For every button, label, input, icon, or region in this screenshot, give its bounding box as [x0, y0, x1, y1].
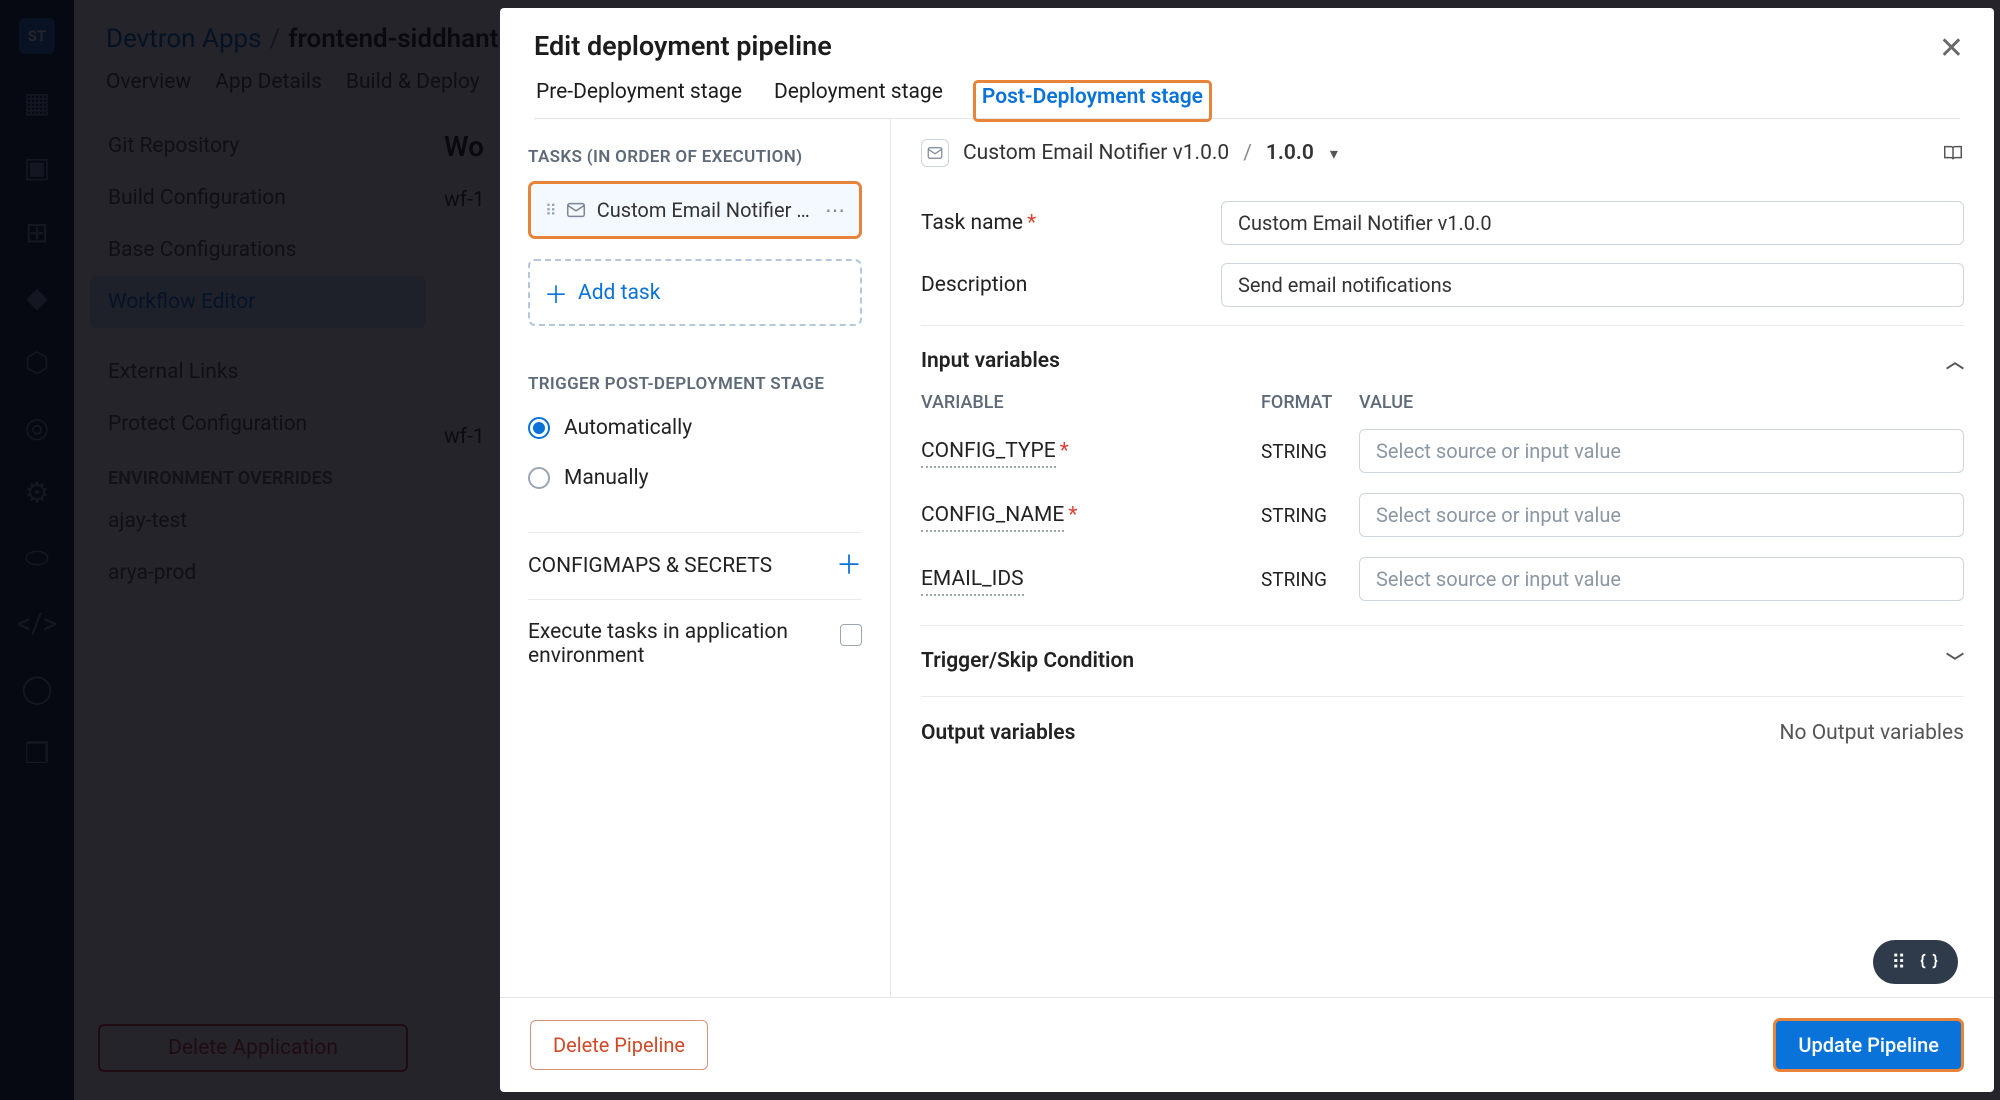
task-name-input[interactable] — [1221, 201, 1964, 245]
task-crumb-version[interactable]: 1.0.0 — [1266, 141, 1314, 165]
update-pipeline-button[interactable]: Update Pipeline — [1773, 1018, 1964, 1072]
modal-footer: Delete Pipeline Update Pipeline — [500, 997, 1994, 1092]
drag-handle-icon[interactable]: ⠿ — [545, 201, 555, 220]
chevron-down-icon[interactable]: ▾ — [1330, 144, 1338, 163]
plus-icon: ＋ — [544, 275, 568, 310]
modal-title: Edit deployment pipeline — [534, 30, 1960, 62]
description-label: Description — [921, 273, 1221, 297]
task-crumb: Custom Email Notifier v1.0.0 / 1.0.0 ▾ — [921, 139, 1964, 183]
email-icon — [921, 139, 949, 167]
trigger-skip-heading[interactable]: Trigger/Skip Condition ﹀ — [921, 625, 1964, 684]
tab-post-deployment[interactable]: Post-Deployment stage — [973, 80, 1212, 122]
configmaps-label: CONFIGMAPS & SECRETS — [528, 554, 772, 578]
trigger-label: TRIGGER POST-DEPLOYMENT STAGE — [528, 374, 862, 394]
tab-deployment[interactable]: Deployment stage — [772, 80, 945, 118]
task-crumb-name: Custom Email Notifier v1.0.0 — [963, 141, 1229, 165]
floating-variables-button[interactable]: ⠿ — [1873, 940, 1958, 984]
input-variables-heading[interactable]: Input variables ︿ — [921, 325, 1964, 384]
task-card-label: Custom Email Notifier v1.... — [597, 198, 815, 222]
delete-pipeline-button[interactable]: Delete Pipeline — [530, 1020, 708, 1070]
variable-row: CONFIG_NAME* STRING — [921, 483, 1964, 547]
docs-icon[interactable] — [1942, 142, 1964, 164]
close-button[interactable]: ✕ — [1939, 34, 1964, 64]
task-detail-column: Custom Email Notifier v1.0.0 / 1.0.0 ▾ T… — [891, 119, 1994, 997]
radio-icon-checked — [528, 417, 550, 439]
variable-table-header: VARIABLE FORMAT VALUE — [921, 384, 1964, 419]
execute-in-env-label: Execute tasks in application environment — [528, 620, 788, 668]
description-input[interactable] — [1221, 263, 1964, 307]
task-name-label: Task name* — [921, 211, 1221, 235]
add-configmap-button[interactable]: ＋ — [836, 553, 862, 579]
radio-automatically[interactable]: Automatically — [528, 408, 862, 448]
more-icon[interactable]: ⋯ — [825, 198, 845, 222]
execute-in-env-checkbox[interactable] — [840, 624, 862, 646]
add-task-button[interactable]: ＋ Add task — [528, 259, 862, 326]
variable-value-input[interactable] — [1359, 493, 1964, 537]
tab-pre-deployment[interactable]: Pre-Deployment stage — [534, 80, 744, 118]
tasks-column: TASKS (IN ORDER OF EXECUTION) ⠿ Custom E… — [500, 119, 891, 997]
no-output-text: No Output variables — [1780, 721, 1964, 745]
variable-value-input[interactable] — [1359, 557, 1964, 601]
output-variables-heading: Output variables — [921, 721, 1075, 745]
stage-tabs: Pre-Deployment stage Deployment stage Po… — [534, 80, 1960, 119]
radio-icon — [528, 467, 550, 489]
chevron-up-icon: ︿ — [1946, 348, 1964, 374]
add-task-label: Add task — [578, 281, 660, 305]
variable-value-input[interactable] — [1359, 429, 1964, 473]
radio-manually[interactable]: Manually — [528, 458, 862, 498]
edit-pipeline-modal: ✕ Edit deployment pipeline Pre-Deploymen… — [500, 8, 1994, 1092]
variable-row: EMAIL_IDS STRING — [921, 547, 1964, 611]
tasks-label: TASKS (IN ORDER OF EXECUTION) — [528, 147, 862, 167]
task-card[interactable]: ⠿ Custom Email Notifier v1.... ⋯ — [528, 181, 862, 239]
chevron-down-icon: ﹀ — [1946, 648, 1964, 674]
drag-handle-icon: ⠿ — [1891, 950, 1904, 974]
variable-row: CONFIG_TYPE* STRING — [921, 419, 1964, 483]
email-icon — [565, 199, 587, 221]
braces-icon — [1918, 951, 1940, 973]
